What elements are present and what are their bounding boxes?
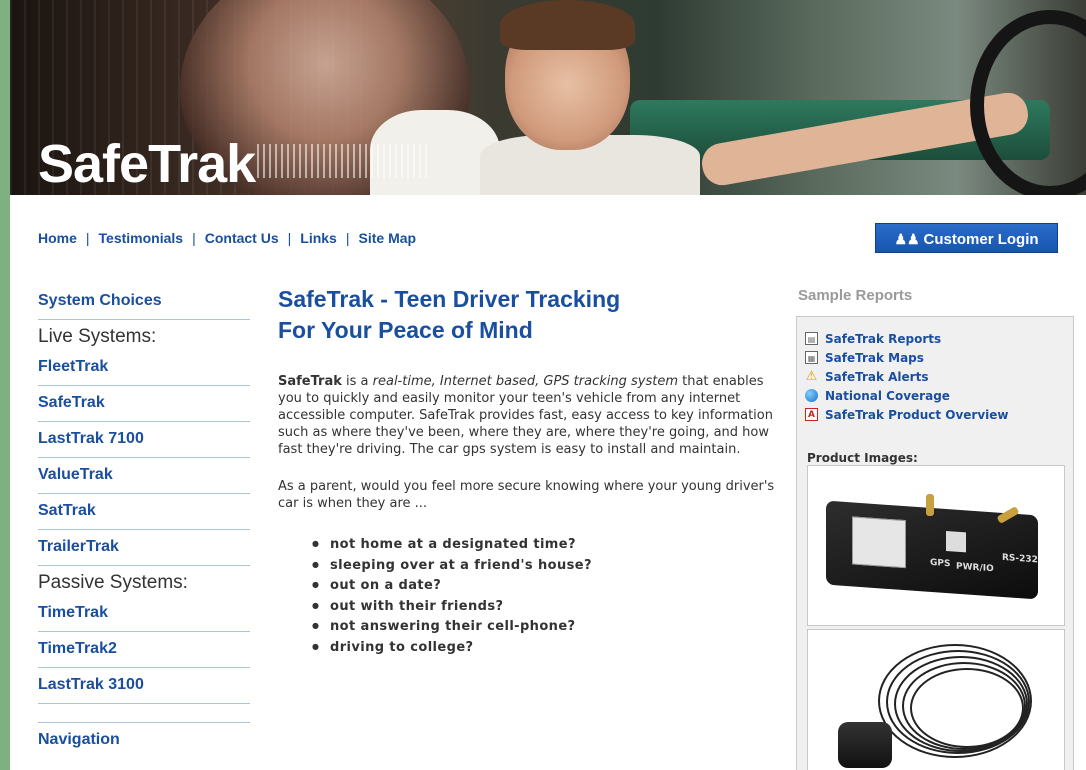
header-banner: SafeTrak (10, 0, 1086, 195)
tracking-unit-power-label: PWR/IO (956, 561, 994, 575)
tracking-unit-antenna-port (926, 494, 934, 516)
logo-stripes (257, 144, 428, 178)
reports-list: ▤ SafeTrak Reports ▦ SafeTrak Maps ⚠ SafeTr… (805, 329, 1009, 424)
left-nav-item-lasttrak-3100[interactable]: LastTrak 3100 (38, 668, 250, 704)
nav-home[interactable]: Home (38, 230, 77, 246)
list-item: not home at a designated time? (312, 534, 778, 555)
list-item: out with their friends? (312, 596, 778, 617)
tracking-unit-connector (946, 530, 966, 553)
report-link-label: SafeTrak Reports (825, 331, 942, 346)
users-icon: ♟♟ (894, 231, 920, 247)
product-image-tracking-unit[interactable]: GPS PWR/IO RS-232 (807, 465, 1065, 626)
left-nav-item-sattrak[interactable]: SatTrak (38, 494, 250, 530)
left-nav-item-timetrak[interactable]: TimeTrak (38, 596, 250, 632)
nav-links[interactable]: Links (300, 230, 337, 246)
left-nav-item-safetrak[interactable]: SafeTrak (38, 386, 250, 422)
nav-separator: | (85, 230, 90, 246)
customer-login-button[interactable]: ♟♟ Customer Login (875, 223, 1058, 253)
left-nav-item-fleettrak[interactable]: FleetTrak (38, 350, 250, 386)
live-systems-heading: Live Systems: (38, 326, 157, 347)
top-nav: Home | Testimonials | Contact Us | Links | Site … (38, 230, 416, 246)
page-title: SafeTrak - Teen Driver Tracking For Your… (278, 284, 778, 346)
parent-question: As a parent, would you feel more secure … (278, 479, 775, 511)
tracking-unit-gps-label: GPS (930, 557, 951, 570)
tracking-unit-serial-label: RS-232 (1002, 552, 1038, 566)
report-link-label: SafeTrak Alerts (825, 369, 929, 384)
list-item: driving to college? (312, 637, 778, 658)
intro-brand: SafeTrak (278, 374, 342, 389)
left-nav: System Choices Live Systems: FleetTrak S… (38, 284, 250, 758)
list-item: not answering their cell-phone? (312, 616, 778, 637)
logo-text-safe: Safe (38, 134, 149, 194)
report-link-label: SafeTrak Product Overview (825, 407, 1009, 422)
site-logo[interactable]: SafeTrak (38, 134, 428, 194)
nav-site-map[interactable]: Site Map (359, 230, 417, 246)
report-link-maps[interactable]: ▦ SafeTrak Maps (805, 348, 1009, 367)
nav-separator: | (345, 230, 350, 246)
list-item: sleeping over at a friend's house? (312, 555, 778, 576)
nav-contact-us[interactable]: Contact Us (205, 230, 279, 246)
left-nav-item-valuetrak[interactable]: ValueTrak (38, 458, 250, 494)
intro-paragraph: SafeTrak is a real-time, Internet based,… (278, 373, 778, 458)
left-nav-item-trailertrak[interactable]: TrailerTrak (38, 530, 250, 566)
intro-emphasis: real-time, Internet based, GPS tracking … (372, 374, 678, 389)
report-link-overview[interactable]: A SafeTrak Product Overview (805, 405, 1009, 424)
nav-separator: | (192, 230, 196, 246)
product-images-label: Product Images: (807, 451, 918, 465)
map-document-icon: ▦ (805, 351, 818, 364)
page: SafeTrak Home | Testimonials | Contact Us | Li… (10, 0, 1086, 770)
banner-photo-steering-wheel (970, 10, 1086, 195)
intro-text-1: is a (341, 374, 373, 389)
report-link-alerts[interactable]: ⚠ SafeTrak Alerts (805, 367, 1009, 386)
sample-reports-box: ▤ SafeTrak Reports ▦ SafeTrak Maps ⚠ SafeTr… (796, 316, 1074, 770)
system-choices-link[interactable]: System Choices (38, 284, 250, 320)
page-title-line-1: SafeTrak - Teen Driver Tracking (278, 286, 621, 312)
passive-systems-heading: Passive Systems: (38, 572, 188, 593)
sample-reports-title: Sample Reports (798, 287, 913, 304)
alert-icon: ⚠ (805, 369, 818, 384)
navigation-link[interactable]: Navigation (38, 723, 250, 758)
report-link-label: SafeTrak Maps (825, 350, 924, 365)
left-nav-divider (38, 704, 250, 723)
left-nav-item-lasttrak-7100[interactable]: LastTrak 7100 (38, 422, 250, 458)
banner-photo-teen-hair (500, 0, 635, 50)
main-content: SafeTrak - Teen Driver Tracking For Your… (278, 284, 778, 657)
antenna-cable-coil (910, 668, 1024, 748)
concerns-list: not home at a designated time? sleeping … (278, 534, 778, 657)
nav-separator: | (287, 230, 292, 246)
logo-text-trak: Trak (148, 134, 256, 194)
globe-icon (805, 389, 818, 402)
report-link-coverage[interactable]: National Coverage (805, 386, 1009, 405)
report-link-label: National Coverage (825, 388, 950, 403)
left-nav-item-timetrak2[interactable]: TimeTrak2 (38, 632, 250, 668)
document-icon: ▤ (805, 332, 818, 345)
page-title-line-2: For Your Peace of Mind (278, 317, 533, 343)
customer-login-label: Customer Login (923, 231, 1039, 248)
nav-testimonials[interactable]: Testimonials (99, 230, 184, 246)
list-item: out on a date? (312, 575, 778, 596)
pdf-icon: A (805, 408, 818, 421)
product-image-gps-antenna[interactable] (807, 629, 1065, 770)
antenna-puck (838, 722, 892, 768)
report-link-reports[interactable]: ▤ SafeTrak Reports (805, 329, 1009, 348)
tracking-unit-sticker (852, 516, 906, 569)
